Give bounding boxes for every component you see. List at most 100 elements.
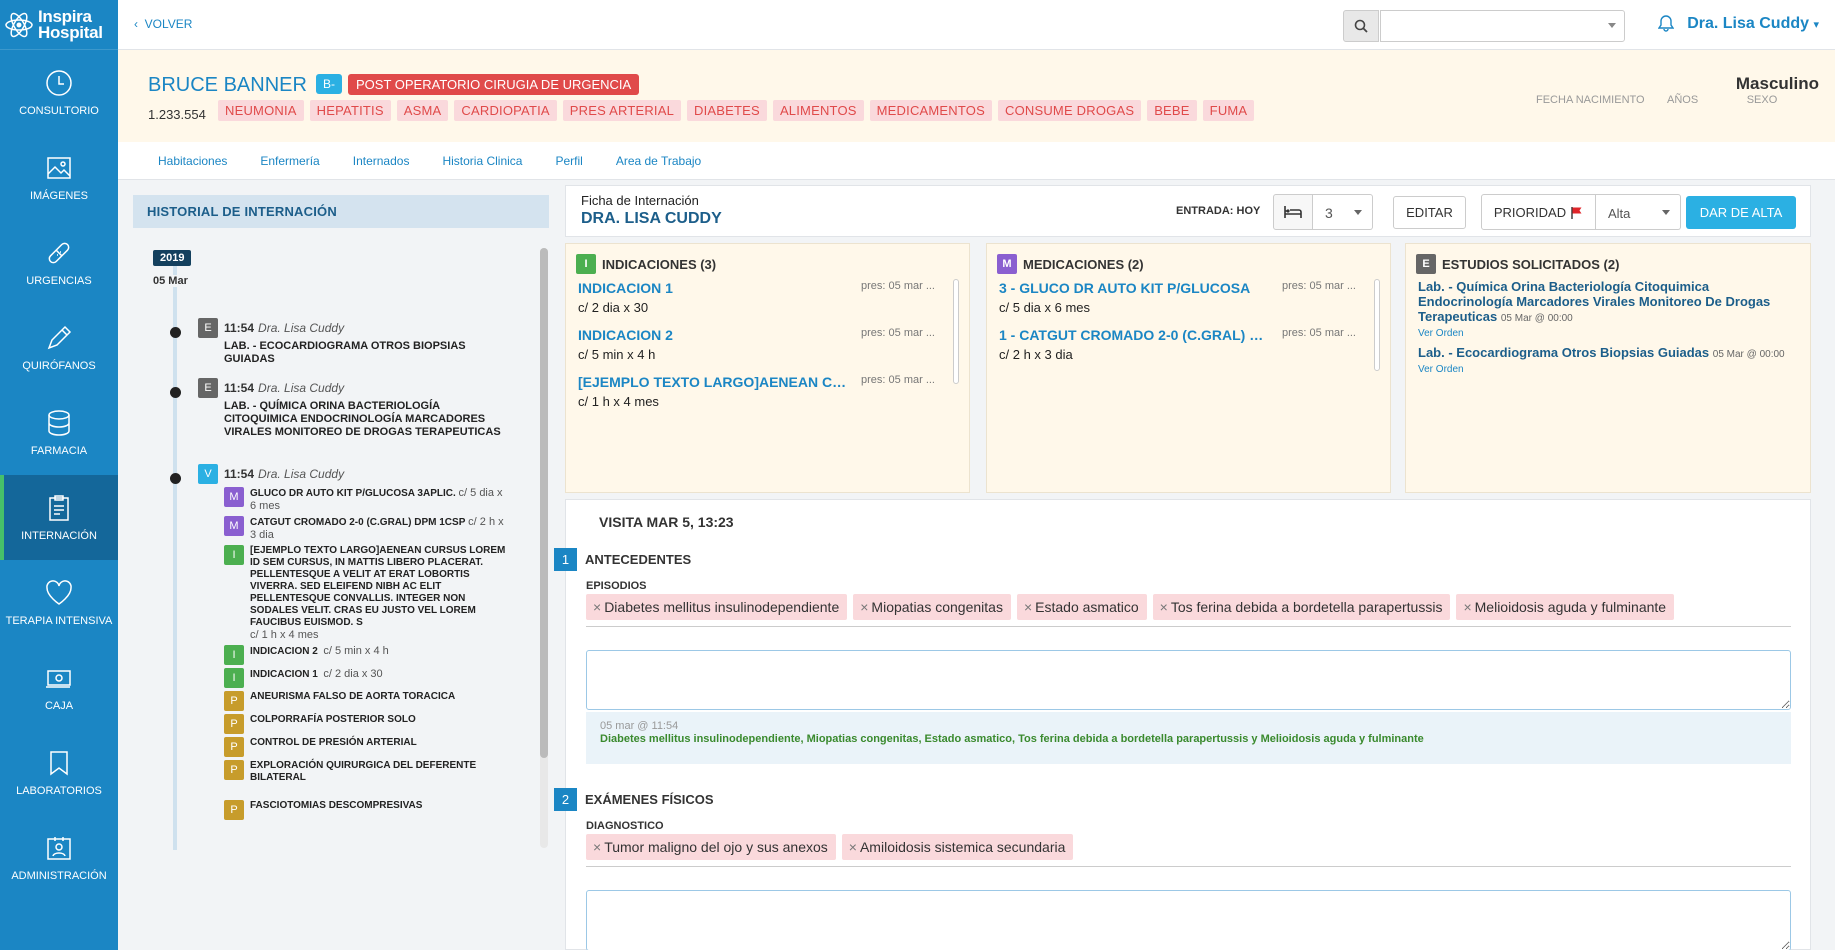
close-icon[interactable]: × <box>593 839 601 855</box>
risk-tag: CARDIOPATIA <box>454 100 557 121</box>
priority-button[interactable]: PRIORIDAD <box>1481 194 1596 230</box>
event-badge: E <box>198 318 218 338</box>
tab-enfermeria[interactable]: Enfermería <box>260 154 319 168</box>
medicacion-item[interactable]: 1 - CATGUT CROMADO 2-0 (C.GRAL) DPM pres:… <box>987 327 1390 362</box>
antecedentes-textarea[interactable] <box>586 650 1791 710</box>
event-subitem[interactable]: M GLUCO DR AUTO KIT P/GLUCOSA 3APLIC. c/ … <box>224 487 509 513</box>
ver-orden-link[interactable]: Ver Orden <box>1418 326 1798 341</box>
indicacion-item[interactable]: [EJEMPLO TEXTO LARGO]AENEAN CURS... pres:… <box>566 374 969 409</box>
event-subitem[interactable]: P ANEURISMA FALSO DE AORTA TORACICA <box>224 691 509 711</box>
timeline-event[interactable]: E 11:54 Dra. Lisa Cuddy LAB. - QUÍMICA ORI… <box>198 378 508 439</box>
section-antecedentes: 1 ANTECEDENTES <box>554 548 691 571</box>
chip[interactable]: × Melioidosis aguda y fulminante <box>1456 594 1675 620</box>
event-subitem[interactable]: I [EJEMPLO TEXTO LARGO]AENEAN CURSUS LORE… <box>224 545 509 642</box>
card-scrollbar[interactable] <box>1374 279 1380 371</box>
chip[interactable]: × Tumor maligno del ojo y sus anexos <box>586 834 836 860</box>
nav-caja[interactable]: CAJA <box>0 645 118 730</box>
item-name[interactable]: 3 - GLUCO DR AUTO KIT P/GLUCOSA <box>999 280 1250 296</box>
nav-imagenes[interactable]: IMÁGENES <box>0 135 118 220</box>
patient-header: BRUCE BANNER B- POST OPERATORIO CIRUGIA … <box>118 50 1835 142</box>
back-button[interactable]: ‹ VOLVER <box>134 17 192 31</box>
discharge-button[interactable]: DAR DE ALTA <box>1686 196 1796 229</box>
patient-id: 1.233.554 <box>148 107 206 122</box>
risk-tag: ASMA <box>396 100 449 121</box>
edit-button[interactable]: EDITAR <box>1393 196 1466 229</box>
card-scrollbar[interactable] <box>953 279 959 384</box>
estudio-date: 05 Mar @ 00:00 <box>1500 313 1573 324</box>
tab-historia-clinica[interactable]: Historia Clinica <box>442 154 522 168</box>
bed-select[interactable]: 3 <box>1313 194 1373 230</box>
close-icon[interactable]: × <box>849 839 857 855</box>
event-subitem[interactable]: I INDICACION 1 c/ 2 dia x 30 <box>224 668 509 688</box>
timeline-event[interactable]: V 11:54 Dra. Lisa Cuddy M GLUCO DR AUTO KIT… <box>198 464 508 820</box>
close-icon[interactable]: × <box>593 599 601 615</box>
chevron-down-icon <box>1608 23 1616 28</box>
estudio-name[interactable]: Lab. - Ecocardiograma Otros Biopsias Gui… <box>1418 345 1709 360</box>
bed-button[interactable] <box>1273 194 1313 230</box>
sex-value: Masculino <box>1735 74 1819 93</box>
examenes-textarea[interactable] <box>586 890 1791 950</box>
indicacion-item[interactable]: INDICACION 1 pres: 05 mar ... c/ 2 dia x 3… <box>566 280 969 315</box>
nav-quirofanos[interactable]: QUIRÓFANOS <box>0 305 118 390</box>
chip[interactable]: × Miopatias congenitas <box>853 594 1011 620</box>
priority-select[interactable]: Alta <box>1596 194 1681 230</box>
tab-habitaciones[interactable]: Habitaciones <box>158 154 227 168</box>
medicacion-item[interactable]: 3 - GLUCO DR AUTO KIT P/GLUCOSA pres: 05 … <box>987 280 1390 315</box>
event-subitem[interactable]: I INDICACION 2 c/ 5 min x 4 h <box>224 645 509 665</box>
nav-laboratorios[interactable]: LABORATORIOS <box>0 730 118 815</box>
ver-orden-link[interactable]: Ver Orden <box>1418 362 1798 377</box>
event-subitem[interactable]: P COLPORRAFÍA POSTERIOR SOLO <box>224 714 509 734</box>
chip[interactable]: × Tos ferina debida a bordetella parapert… <box>1152 594 1451 620</box>
nav-urgencias[interactable]: URGENCIAS <box>0 220 118 305</box>
search-button[interactable] <box>1343 10 1379 42</box>
timeline-year: 2019 <box>153 250 192 266</box>
close-icon[interactable]: × <box>1463 599 1471 615</box>
timeline-event[interactable]: E 11:54 Dra. Lisa Cuddy LAB. - ECOCARDIOGR… <box>198 318 508 366</box>
event-subitem[interactable]: M CATGUT CROMADO 2-0 (C.GRAL) DPM 1CSP c/… <box>224 516 509 542</box>
nav-consultorio[interactable]: CONSULTORIO <box>0 50 118 135</box>
close-icon[interactable]: × <box>1024 599 1032 615</box>
risk-tag: DIABETES <box>687 100 767 121</box>
chip[interactable]: × Amiloidosis sistemica secundaria <box>841 834 1074 860</box>
user-menu[interactable]: Dra. Lisa Cuddy ▾ <box>1687 15 1819 33</box>
item-name[interactable]: [EJEMPLO TEXTO LARGO]AENEAN CURS... <box>578 374 848 390</box>
scrollbar-thumb[interactable] <box>540 248 548 758</box>
risk-tag: NEUMONIA <box>218 100 304 121</box>
indicacion-item[interactable]: INDICACION 2 pres: 05 mar ... c/ 5 min x 4… <box>566 327 969 362</box>
nav-label: FARMACIA <box>30 444 88 457</box>
tab-perfil[interactable]: Perfil <box>555 154 582 168</box>
subitem-badge: P <box>224 737 244 757</box>
close-icon[interactable]: × <box>860 599 868 615</box>
chip-label: Tumor maligno del ojo y sus anexos <box>604 839 828 855</box>
section-title: ANTECEDENTES <box>585 552 692 567</box>
event-subitem[interactable]: P CONTROL DE PRESIÓN ARTERIAL <box>224 737 509 757</box>
item-name[interactable]: 1 - CATGUT CROMADO 2-0 (C.GRAL) DPM <box>999 327 1269 343</box>
bandage-icon <box>48 242 70 263</box>
search-select[interactable] <box>1380 10 1625 42</box>
chip[interactable]: × Diabetes mellitus insulinodependiente <box>586 594 848 620</box>
item-name[interactable]: INDICACION 2 <box>578 327 673 343</box>
timeline[interactable]: 2019 05 Mar E 11:54 Dra. Lisa Cuddy LAB. -… <box>153 250 533 850</box>
nav-label: IMÁGENES <box>29 189 89 202</box>
pen-icon <box>47 325 72 349</box>
nav-administracion[interactable]: ADMINISTRACIÓN <box>0 815 118 900</box>
chip[interactable]: × Estado asmatico <box>1016 594 1147 620</box>
tab-internados[interactable]: Internados <box>353 154 410 168</box>
tab-area-de-trabajo[interactable]: Area de Trabajo <box>616 154 701 168</box>
bed-icon <box>1284 206 1302 218</box>
event-subitem[interactable]: P EXPLORACIÓN QUIRURGICA DEL DEFERENTE BI… <box>224 760 509 784</box>
close-icon[interactable]: × <box>1160 599 1168 615</box>
history-scrollbar[interactable] <box>540 248 548 848</box>
nav-terapia-intensiva[interactable]: TERAPIA INTENSIVA <box>0 560 118 645</box>
history-panel: HISTORIAL DE INTERNACIÓN 2019 05 Mar E 11… <box>133 195 549 850</box>
nav-internacion[interactable]: INTERNACIÓN <box>0 475 118 560</box>
estudio-name[interactable]: Lab. - Química Orina Bacteriología Citoq… <box>1418 279 1770 324</box>
nav-label: CONSULTORIO <box>19 104 99 117</box>
item-name[interactable]: INDICACION 1 <box>578 280 673 296</box>
nav-farmacia[interactable]: FARMACIA <box>0 390 118 475</box>
event-subitem[interactable]: P FASCIOTOMIAS DESCOMPRESIVAS <box>224 800 509 820</box>
logo[interactable]: Inspira Hospital <box>0 0 118 50</box>
age-label: AÑOS <box>1667 94 1699 106</box>
bell-icon[interactable] <box>1658 14 1674 32</box>
database-icon <box>48 409 70 436</box>
